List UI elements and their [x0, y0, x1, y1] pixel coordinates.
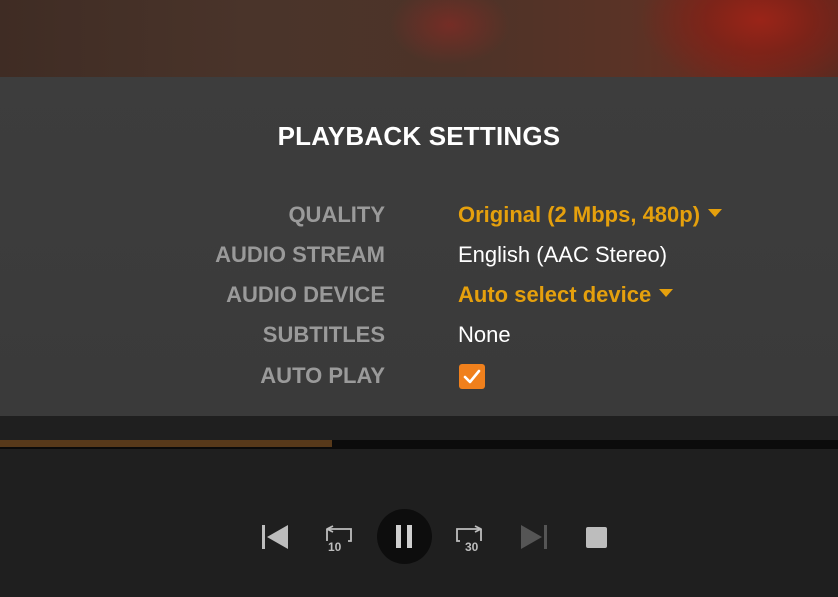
audio-device-label: AUDIO DEVICE	[226, 282, 385, 307]
pause-button[interactable]	[377, 509, 432, 564]
subtitles-label: SUBTITLES	[262, 322, 385, 347]
seek-bar[interactable]	[0, 440, 838, 449]
replay-10-icon[interactable]: 10	[323, 520, 357, 554]
pause-icon	[396, 525, 412, 548]
quality-value: Original (2 Mbps, 480p)	[458, 202, 701, 227]
audio-device-row: AUDIO DEVICE Auto select device	[0, 282, 838, 312]
audio-stream-row: AUDIO STREAM English (AAC Stereo)	[0, 242, 838, 272]
audio-device-dropdown[interactable]: Auto select device	[458, 282, 674, 308]
panel-title: PLAYBACK SETTINGS	[277, 121, 561, 151]
quality-row: QUALITY Original (2 Mbps, 480p)	[0, 202, 838, 232]
quality-label: QUALITY	[288, 202, 385, 227]
forward-30-text: 30	[465, 540, 479, 554]
video-frame	[0, 0, 838, 78]
playback-settings-panel: PLAYBACK SETTINGS QUALITY Original (2 Mb…	[0, 77, 838, 416]
auto-play-label: AUTO PLAY	[260, 363, 385, 388]
skip-previous-icon[interactable]	[260, 523, 290, 551]
stop-icon[interactable]	[585, 526, 608, 549]
player-controls: 10 30	[0, 449, 838, 597]
caret-down-icon	[708, 209, 723, 218]
audio-stream-label: AUDIO STREAM	[215, 242, 385, 267]
checkmark-icon	[463, 369, 481, 384]
audio-stream-value[interactable]: English (AAC Stereo)	[458, 242, 667, 268]
caret-down-icon	[659, 289, 674, 298]
forward-30-icon[interactable]: 30	[451, 520, 487, 554]
seek-progress	[0, 440, 332, 447]
auto-play-row: AUTO PLAY	[0, 363, 838, 393]
subtitles-value[interactable]: None	[458, 322, 511, 348]
replay-10-text: 10	[328, 540, 342, 554]
audio-device-value: Auto select device	[458, 282, 652, 307]
quality-dropdown[interactable]: Original (2 Mbps, 480p)	[458, 202, 723, 228]
skip-next-icon[interactable]	[519, 523, 549, 551]
seek-track	[0, 440, 838, 447]
subtitles-row: SUBTITLES None	[0, 322, 838, 352]
auto-play-checkbox[interactable]	[459, 364, 485, 389]
